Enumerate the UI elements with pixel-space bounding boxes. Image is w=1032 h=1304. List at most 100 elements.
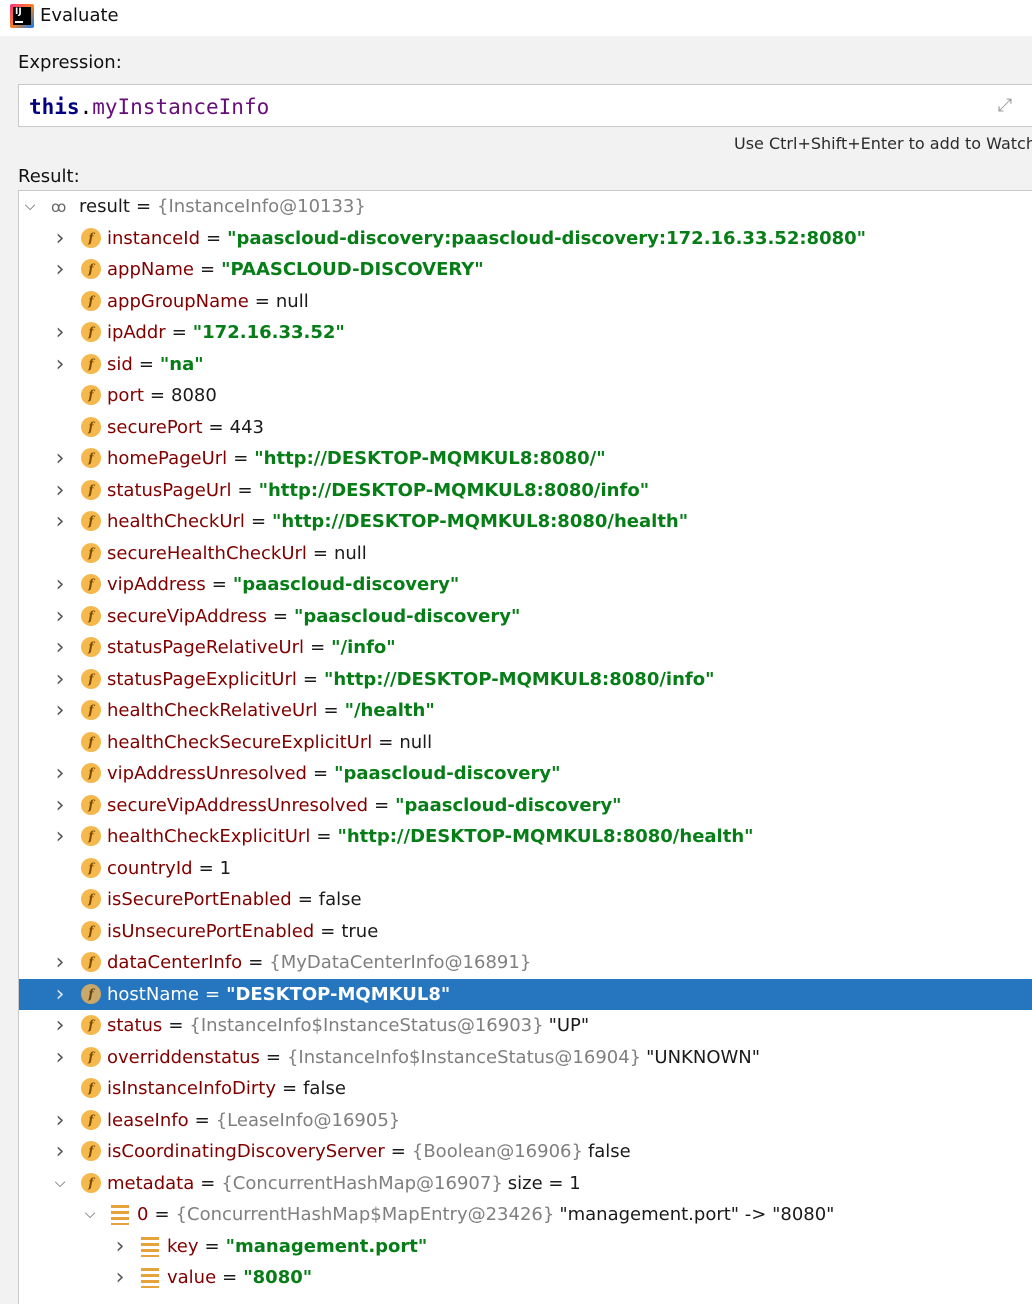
chevron-right-icon[interactable]: › — [53, 443, 67, 474]
tree-row-statusPageRelativeUrl[interactable]: › f statusPageRelativeUrl = "/info" — [19, 632, 1032, 663]
field-value: null — [333, 543, 367, 564]
tree-row-healthCheckSecureExplicitUrl[interactable]: f healthCheckSecureExplicitUrl = null — [19, 727, 1032, 758]
tree-row-isCoordinatingDiscoveryServer[interactable]: › f isCoordinatingDiscoveryServer = {Boolean… — [19, 1136, 1032, 1167]
chevron-right-icon[interactable]: › — [53, 349, 67, 380]
chevron-right-icon[interactable]: › — [53, 947, 67, 978]
chevron-right-icon[interactable]: › — [53, 601, 67, 632]
chevron-right-icon[interactable]: › — [53, 1042, 67, 1073]
chevron-right-icon[interactable]: › — [113, 1262, 127, 1293]
chevron-right-icon[interactable]: › — [53, 790, 67, 821]
field-name: secureHealthCheckUrl — [107, 543, 307, 564]
field-value: "http://DESKTOP-MQMKUL8:8080/info" — [323, 669, 715, 690]
chevron-right-icon[interactable]: › — [53, 632, 67, 663]
tree-row-secureHealthCheckUrl[interactable]: f secureHealthCheckUrl = null — [19, 538, 1032, 569]
field-icon: f — [81, 858, 101, 878]
tree-row-metadata[interactable]: ⌵ f metadata = {ConcurrentHashMap@16907} siz… — [19, 1168, 1032, 1199]
tree-row-isUnsecurePortEnabled[interactable]: f isUnsecurePortEnabled = true — [19, 916, 1032, 947]
tree-row-statusPageExplicitUrl[interactable]: › f statusPageExplicitUrl = "http://DESKTOP-… — [19, 664, 1032, 695]
chevron-right-icon[interactable]: › — [53, 821, 67, 852]
field-value: "paascloud-discovery" — [232, 574, 460, 595]
chevron-right-icon[interactable]: › — [53, 1136, 67, 1167]
chevron-down-icon[interactable]: ⌵ — [53, 1168, 67, 1199]
tree-row-healthCheckExplicitUrl[interactable]: › f healthCheckExplicitUrl = "http://DESKTOP… — [19, 821, 1032, 852]
equals-sign: = — [171, 322, 187, 343]
tree-row-status[interactable]: › f status = {InstanceInfo$InstanceStatus@16… — [19, 1010, 1032, 1041]
field-name: port — [107, 385, 144, 406]
field-value: false — [318, 889, 362, 910]
chevron-right-icon[interactable]: › — [53, 475, 67, 506]
field-icon: f — [81, 606, 101, 626]
tree-row-overriddenstatus[interactable]: › f overriddenstatus = {InstanceInfo$Instanc… — [19, 1042, 1032, 1073]
tree-row-key[interactable]: › key = "management.port" — [19, 1231, 1032, 1262]
chevron-right-icon[interactable]: › — [53, 664, 67, 695]
field-icon: f — [81, 1078, 101, 1098]
field-icon: f — [81, 291, 101, 311]
tree-row-statusPageUrl[interactable]: › f statusPageUrl = "http://DESKTOP-MQMKUL8:… — [19, 475, 1032, 506]
expression-input[interactable]: this.myInstanceInfo ⤢ — [18, 84, 1032, 127]
chevron-right-icon[interactable]: › — [53, 317, 67, 348]
tree-row-isSecurePortEnabled[interactable]: f isSecurePortEnabled = false — [19, 884, 1032, 915]
tree-row-vipAddressUnresolved[interactable]: › f vipAddressUnresolved = "paascloud-discov… — [19, 758, 1032, 789]
field-value: 8080 — [171, 385, 217, 406]
tree-row-value[interactable]: › value = "8080" — [19, 1262, 1032, 1293]
chevron-right-icon[interactable]: › — [53, 569, 67, 600]
chevron-right-icon[interactable]: › — [53, 223, 67, 254]
field-name: dataCenterInfo — [107, 952, 243, 973]
tree-row-result[interactable]: ⌵ oo result = {InstanceInfo@10133} — [19, 191, 1032, 222]
tree-row-hostName[interactable]: › f hostName = "DESKTOP-MQMKUL8" — [19, 979, 1032, 1010]
chevron-right-icon[interactable]: › — [53, 1010, 67, 1041]
tree-row-countryId[interactable]: f countryId = 1 — [19, 853, 1032, 884]
tree-row-instanceId[interactable]: › f instanceId = "paascloud-discovery:paascl… — [19, 223, 1032, 254]
expression-text[interactable]: this.myInstanceInfo — [29, 95, 269, 119]
field-name: homePageUrl — [107, 448, 228, 469]
tree-row-0[interactable]: ⌵ 0 = {ConcurrentHashMap$MapEntry@23426} "ma… — [19, 1199, 1032, 1230]
chevron-right-icon[interactable]: › — [53, 1105, 67, 1136]
tree-row-appGroupName[interactable]: f appGroupName = null — [19, 286, 1032, 317]
tree-row-leaseInfo[interactable]: › f leaseInfo = {LeaseInfo@16905} — [19, 1105, 1032, 1136]
tree-row-healthCheckUrl[interactable]: › f healthCheckUrl = "http://DESKTOP-MQMKUL8… — [19, 506, 1032, 537]
chevron-right-icon[interactable]: › — [53, 979, 67, 1010]
field-icon: f — [81, 952, 101, 972]
window-title: Evaluate — [40, 5, 119, 26]
chevron-down-icon[interactable]: ⌵ — [83, 1199, 97, 1230]
equals-sign: = — [312, 543, 328, 564]
chevron-down-icon[interactable]: ⌵ — [23, 191, 37, 222]
map-entry-icon — [141, 1268, 159, 1288]
tree-row-healthCheckRelativeUrl[interactable]: › f healthCheckRelativeUrl = "/health" — [19, 695, 1032, 726]
expand-editor-icon[interactable]: ⤢ — [994, 95, 1016, 117]
chevron-right-icon[interactable]: › — [53, 695, 67, 726]
field-name: overriddenstatus — [107, 1047, 260, 1068]
chevron-right-icon[interactable]: › — [53, 506, 67, 537]
chevron-right-icon[interactable]: › — [113, 1231, 127, 1262]
chevron-right-icon[interactable]: › — [53, 254, 67, 285]
chevron-right-icon[interactable]: › — [53, 758, 67, 789]
equals-sign: = — [222, 1267, 238, 1288]
field-value: 443 — [229, 417, 264, 438]
field-value: false — [303, 1078, 346, 1099]
map-entry-icon — [111, 1205, 129, 1225]
field-value: null — [275, 291, 309, 312]
field-value: {InstanceInfo$InstanceStatus@16904} — [286, 1047, 642, 1068]
field-icon: f — [81, 669, 101, 689]
tree-row-port[interactable]: f port = 8080 — [19, 380, 1032, 411]
equals-sign: = — [198, 858, 214, 879]
equals-sign: = — [206, 228, 222, 249]
tree-row-vipAddress[interactable]: › f vipAddress = "paascloud-discovery" — [19, 569, 1032, 600]
tree-row-ipAddr[interactable]: › f ipAddr = "172.16.33.52" — [19, 317, 1032, 348]
tree-row-secureVipAddress[interactable]: › f secureVipAddress = "paascloud-discovery" — [19, 601, 1032, 632]
tree-row-sid[interactable]: › f sid = "na" — [19, 349, 1032, 380]
tree-row-securePort[interactable]: f securePort = 443 — [19, 412, 1032, 443]
field-icon: f — [81, 1173, 101, 1193]
tree-row-homePageUrl[interactable]: › f homePageUrl = "http://DESKTOP-MQMKUL8:80… — [19, 443, 1032, 474]
tree-row-isInstanceInfoDirty[interactable]: f isInstanceInfoDirty = false — [19, 1073, 1032, 1104]
field-icon: f — [81, 480, 101, 500]
result-tree[interactable]: ⌵ oo result = {InstanceInfo@10133} › f ins… — [18, 190, 1032, 1304]
tree-row-dataCenterInfo[interactable]: › f dataCenterInfo = {MyDataCenterInfo@16891… — [19, 947, 1032, 978]
tree-row-appName[interactable]: › f appName = "PAASCLOUD-DISCOVERY" — [19, 254, 1032, 285]
equals-sign: = — [194, 1110, 210, 1131]
field-icon: f — [81, 763, 101, 783]
tree-row-secureVipAddressUnresolved[interactable]: › f secureVipAddressUnresolved = "paascloud-… — [19, 790, 1032, 821]
field-value: 1 — [219, 858, 232, 879]
field-icon: f — [81, 385, 101, 405]
field-value: {ConcurrentHashMap$MapEntry@23426} — [175, 1204, 555, 1225]
